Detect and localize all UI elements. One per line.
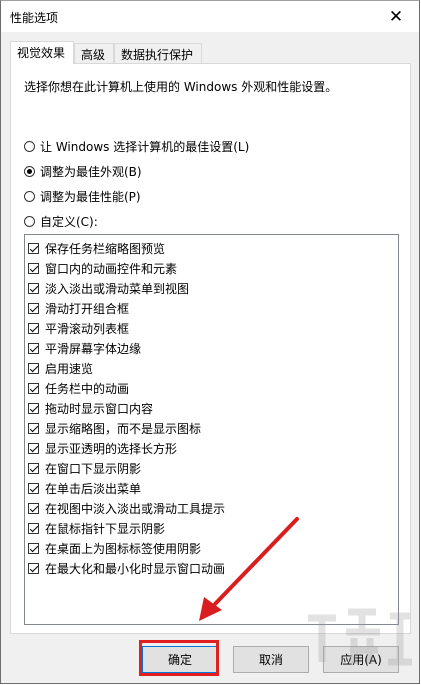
checkbox-checked[interactable] xyxy=(28,382,39,394)
effect-label: 保存任务栏缩略图预览 xyxy=(45,241,166,256)
effects-list[interactable]: 保存任务栏缩略图预览 窗口内的动画控件和元素 淡入淡出或滑动菜单到视图 滑动打开… xyxy=(24,234,399,625)
checkbox-checked[interactable] xyxy=(28,402,39,414)
list-item[interactable]: 平滑屏幕字体边缘 xyxy=(28,339,141,357)
checkbox-checked[interactable] xyxy=(28,362,39,374)
radio-best-performance[interactable]: 调整为最佳性能(P) xyxy=(24,186,141,206)
list-item[interactable]: 滑动打开组合框 xyxy=(28,299,129,317)
list-item[interactable]: 在最大化和最小化时显示窗口动画 xyxy=(28,559,225,577)
effect-label: 滑动打开组合框 xyxy=(45,301,130,316)
effect-label: 拖动时显示窗口内容 xyxy=(45,401,154,416)
effect-label: 平滑滚动列表框 xyxy=(45,321,130,336)
list-item[interactable]: 在桌面上为图标标签使用阴影 xyxy=(28,539,201,557)
effect-label: 淡入淡出或滑动菜单到视图 xyxy=(45,281,190,296)
apply-button[interactable]: 应用(A) xyxy=(323,646,399,673)
effect-label: 在单击后淡出菜单 xyxy=(45,481,142,496)
checkbox-checked[interactable] xyxy=(28,482,39,494)
title-bar: 性能选项 ✕ xyxy=(1,1,419,32)
radio-button[interactable] xyxy=(24,140,35,152)
cancel-button[interactable]: 取消 xyxy=(233,646,309,673)
checkbox-checked[interactable] xyxy=(28,562,39,574)
list-item[interactable]: 在窗口下显示阴影 xyxy=(28,459,141,477)
radio-label: 调整为最佳外观(B) xyxy=(40,164,142,179)
list-item[interactable]: 启用速览 xyxy=(28,359,93,377)
tab-data-execution-prevention[interactable]: 数据执行保护 xyxy=(114,43,202,63)
list-item[interactable]: 淡入淡出或滑动菜单到视图 xyxy=(28,279,189,297)
checkbox-checked[interactable] xyxy=(28,522,39,534)
performance-options-dialog: 性能选项 ✕ 视觉效果 高级 数据执行保护 选择你想在此计算机上使用的 Wind… xyxy=(0,0,420,684)
checkbox-checked[interactable] xyxy=(28,282,39,294)
tab-visual-effects[interactable]: 视觉效果 xyxy=(10,41,74,64)
radio-label: 调整为最佳性能(P) xyxy=(40,189,141,204)
list-item[interactable]: 拖动时显示窗口内容 xyxy=(28,399,153,417)
checkbox-checked[interactable] xyxy=(28,262,39,274)
effect-label: 在桌面上为图标标签使用阴影 xyxy=(45,541,202,556)
ok-button[interactable]: 确定 xyxy=(142,646,218,673)
list-item[interactable]: 窗口内的动画控件和元素 xyxy=(28,259,177,277)
list-item[interactable]: 显示亚透明的选择长方形 xyxy=(28,439,177,457)
radio-label: 自定义(C): xyxy=(40,214,98,229)
effect-label: 任务栏中的动画 xyxy=(45,381,130,396)
effect-label: 启用速览 xyxy=(45,361,94,376)
visual-effects-panel: 选择你想在此计算机上使用的 Windows 外观和性能设置。 让 Windows… xyxy=(10,63,411,634)
checkbox-checked[interactable] xyxy=(28,302,39,314)
panel-description: 选择你想在此计算机上使用的 Windows 外观和性能设置。 xyxy=(24,80,338,94)
list-item[interactable]: 显示缩略图，而不是显示图标 xyxy=(28,419,201,437)
tab-advanced[interactable]: 高级 xyxy=(74,43,114,63)
list-item[interactable]: 任务栏中的动画 xyxy=(28,379,129,397)
radio-button[interactable] xyxy=(24,215,35,227)
checkbox-checked[interactable] xyxy=(28,502,39,514)
checkbox-checked[interactable] xyxy=(28,422,39,434)
effect-label: 平滑屏幕字体边缘 xyxy=(45,341,142,356)
checkbox-checked[interactable] xyxy=(28,462,39,474)
effect-label: 在窗口下显示阴影 xyxy=(45,461,142,476)
radio-custom[interactable]: 自定义(C): xyxy=(24,211,98,231)
checkbox-checked[interactable] xyxy=(28,322,39,334)
checkbox-checked[interactable] xyxy=(28,342,39,354)
checkbox-checked[interactable] xyxy=(28,442,39,454)
checkbox-checked[interactable] xyxy=(28,242,39,254)
effect-label: 在最大化和最小化时显示窗口动画 xyxy=(45,561,226,576)
radio-let-windows-choose[interactable]: 让 Windows 选择计算机的最佳设置(L) xyxy=(24,136,249,156)
list-item[interactable]: 在鼠标指针下显示阴影 xyxy=(28,519,165,537)
radio-label: 让 Windows 选择计算机的最佳设置(L) xyxy=(40,139,250,154)
window-title: 性能选项 xyxy=(10,11,59,25)
effect-label: 窗口内的动画控件和元素 xyxy=(45,261,178,276)
list-item[interactable]: 保存任务栏缩略图预览 xyxy=(28,239,165,257)
effect-label: 在鼠标指针下显示阴影 xyxy=(45,521,166,536)
list-item[interactable]: 在单击后淡出菜单 xyxy=(28,479,141,497)
effect-label: 显示缩略图，而不是显示图标 xyxy=(45,421,202,436)
list-item[interactable]: 平滑滚动列表框 xyxy=(28,319,129,337)
effect-label: 在视图中淡入淡出或滑动工具提示 xyxy=(45,501,226,516)
list-item[interactable]: 在视图中淡入淡出或滑动工具提示 xyxy=(28,499,225,517)
radio-best-appearance[interactable]: 调整为最佳外观(B) xyxy=(24,161,142,181)
close-icon[interactable]: ✕ xyxy=(373,1,419,32)
radio-button[interactable] xyxy=(24,190,35,202)
radio-button-selected[interactable] xyxy=(24,165,35,177)
effect-label: 显示亚透明的选择长方形 xyxy=(45,441,178,456)
checkbox-checked[interactable] xyxy=(28,542,39,554)
